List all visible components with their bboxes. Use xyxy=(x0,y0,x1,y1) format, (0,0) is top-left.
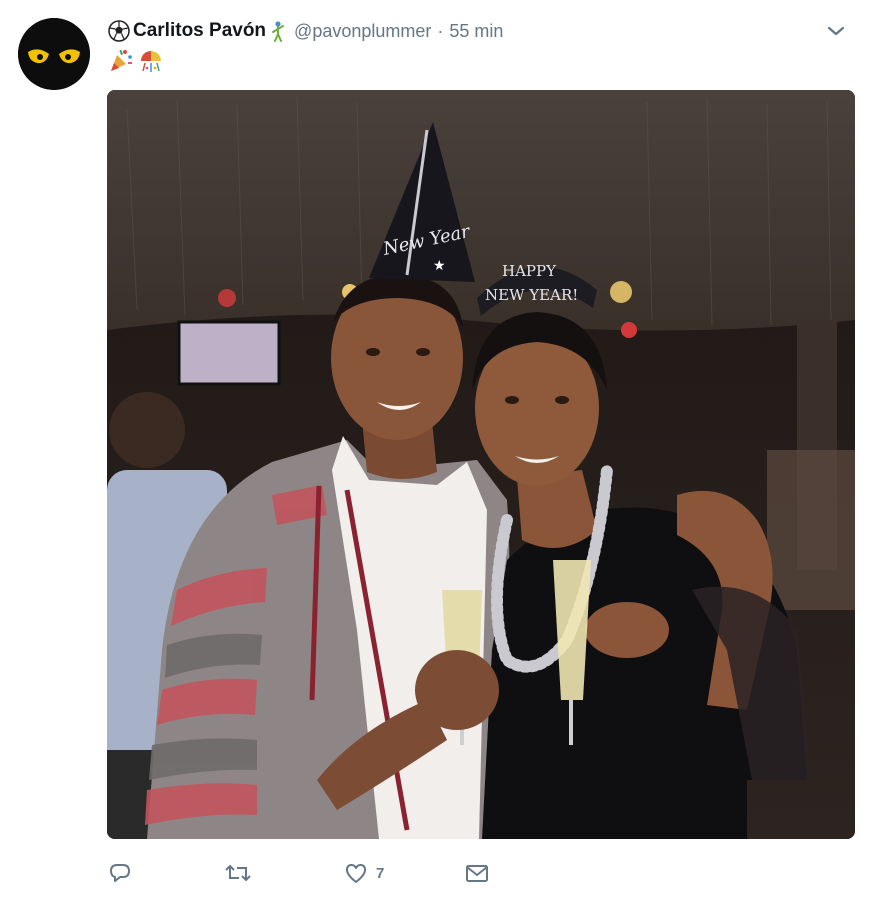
tweet-photo[interactable]: New Year ★ HAPPY NEW YEAR! xyxy=(107,90,855,839)
retweet-icon xyxy=(225,864,251,882)
envelope-icon xyxy=(466,865,488,882)
like-count: 7 xyxy=(376,864,385,882)
confetti-ball-icon xyxy=(141,51,161,72)
svg-text:★: ★ xyxy=(433,258,446,274)
party-popper-icon xyxy=(111,49,132,71)
angry-eyes-logo xyxy=(18,18,90,90)
chevron-down-icon xyxy=(827,26,845,36)
tiara-line2: NEW YEAR! xyxy=(485,286,578,304)
soccer-ball-icon xyxy=(108,20,130,42)
tweet-actions: 7 xyxy=(108,856,528,890)
reply-button[interactable] xyxy=(108,856,132,890)
tweet-timestamp[interactable]: 55 min xyxy=(449,21,503,42)
more-menu-button[interactable] xyxy=(825,22,847,40)
display-name[interactable]: Carlitos Pavón xyxy=(108,20,286,42)
direct-message-button[interactable] xyxy=(464,856,490,890)
like-button[interactable]: 7 xyxy=(344,856,384,890)
separator-dot: · xyxy=(437,20,444,41)
retweet-button[interactable] xyxy=(224,856,252,890)
tweet-header: Carlitos Pavón @pavonplummer · 55 min xyxy=(108,14,849,48)
heart-icon xyxy=(346,864,366,883)
display-name-text: Carlitos Pavón xyxy=(133,20,267,41)
reply-icon xyxy=(110,864,130,882)
party-photo: New Year ★ HAPPY NEW YEAR! xyxy=(107,90,855,839)
golfer-icon xyxy=(272,21,285,42)
tweet-text xyxy=(108,46,164,74)
avatar[interactable] xyxy=(18,18,90,90)
user-handle[interactable]: @pavonplummer xyxy=(294,21,431,42)
tiara-line1: HAPPY xyxy=(502,262,557,280)
